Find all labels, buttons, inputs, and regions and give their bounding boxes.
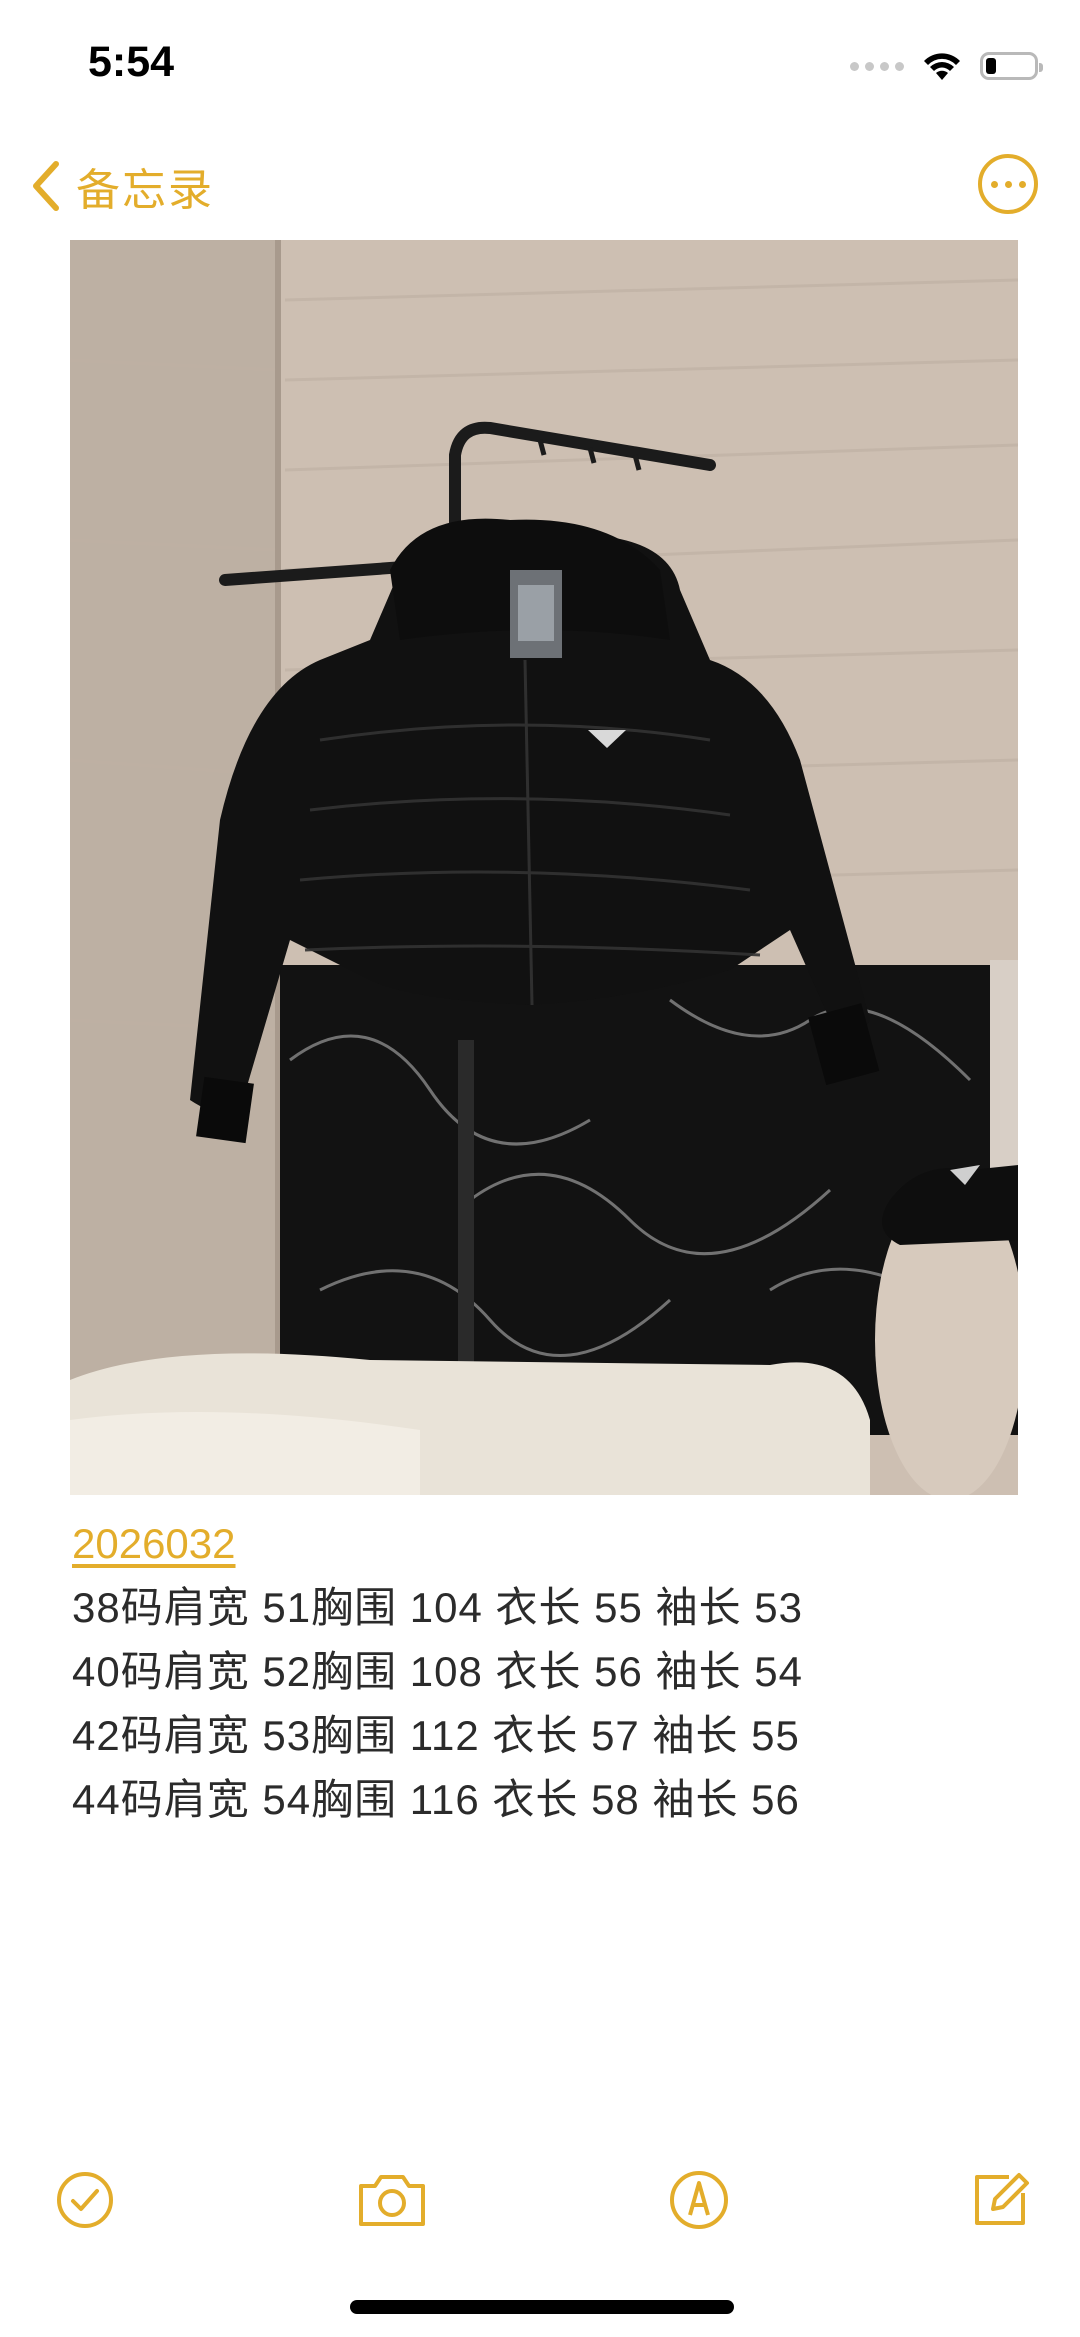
status-icons [850, 46, 1043, 86]
home-indicator[interactable] [350, 2300, 734, 2314]
back-button[interactable]: 备忘录 [30, 154, 214, 218]
battery-icon [980, 52, 1043, 80]
note-line: 44码肩宽 54胸围 116 衣长 58 袖长 56 [72, 1776, 800, 1823]
status-time: 5:54 [88, 38, 175, 86]
camera-icon [359, 2175, 425, 2226]
note-body[interactable]: 2026032 38码肩宽 51胸围 104 衣长 55 袖长 53 40码肩宽… [72, 1512, 1020, 1832]
navigation-bar: 备忘录 [0, 140, 1080, 230]
camera-button[interactable] [352, 2160, 432, 2240]
cellular-signal-icon [850, 61, 904, 71]
compose-icon [975, 2173, 1029, 2225]
note-line: 38码肩宽 51胸围 104 衣长 55 袖长 53 [72, 1584, 803, 1631]
note-line: 40码肩宽 52胸围 108 衣长 56 袖长 54 [72, 1648, 803, 1695]
chevron-left-icon [33, 161, 59, 211]
jacket-photo [70, 240, 1018, 1495]
wifi-icon [924, 53, 960, 80]
markup-pen-icon [670, 2171, 728, 2229]
status-bar: 5:54 [0, 0, 1080, 120]
note-photo-attachment[interactable] [70, 240, 1018, 1495]
ellipsis-icon [990, 180, 998, 188]
checklist-icon [57, 2172, 113, 2228]
compose-button[interactable] [960, 2160, 1040, 2240]
checklist-button[interactable] [45, 2160, 125, 2240]
markup-button[interactable] [659, 2160, 739, 2240]
bottom-toolbar [0, 2160, 1080, 2260]
note-link[interactable]: 2026032 [72, 1512, 1020, 1576]
note-line: 42码肩宽 53胸围 112 衣长 57 袖长 55 [72, 1712, 800, 1759]
back-label: 备忘录 [76, 165, 214, 216]
more-options-button[interactable] [978, 154, 1038, 214]
notes-screen: 5:54 备忘录 2026032 38码肩宽 51胸围 104 衣长 55 袖长… [0, 0, 1080, 2337]
